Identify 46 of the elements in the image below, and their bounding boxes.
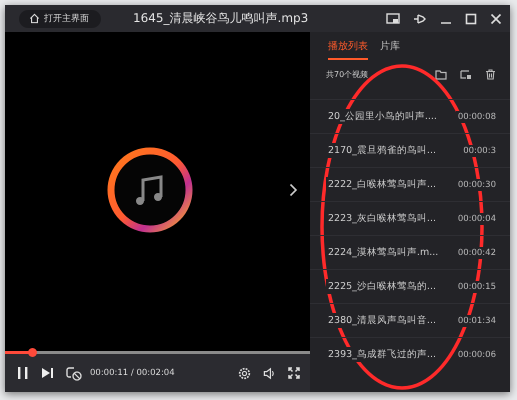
item-title: 2224_漠林莺鸟叫声.m... xyxy=(326,245,440,260)
progress-handle[interactable] xyxy=(28,348,38,357)
item-duration: 00:00:42 xyxy=(456,246,498,258)
close-icon[interactable] xyxy=(490,12,502,24)
home-icon xyxy=(29,13,40,24)
pause-icon[interactable] xyxy=(17,366,29,380)
window-title: 1645_清晨峡谷鸟儿鸣叫声.mp3 xyxy=(133,10,308,27)
item-duration: 00:00:04 xyxy=(456,212,498,224)
skip-next-icon[interactable] xyxy=(41,367,54,379)
pin-icon[interactable] xyxy=(413,12,427,24)
repeat-off-icon[interactable] xyxy=(66,366,82,380)
playlist-row[interactable]: 2380_清晨风声鸟叫音... 00:01:34 xyxy=(310,303,510,337)
playlist-row[interactable]: 2223_灰白喉林莺鸟叫... 00:00:04 xyxy=(310,201,510,235)
item-duration: 00:00:3 xyxy=(461,144,498,156)
playlist-row[interactable]: 2222_白喉林莺鸟叫声... 00:00:30 xyxy=(310,167,510,201)
item-duration: 00:00:06 xyxy=(456,348,498,360)
item-title: 2222_白喉林莺鸟叫声... xyxy=(326,177,438,192)
item-title: 2170_震旦鸦雀的鸟叫... xyxy=(326,143,438,158)
chevron-right-icon[interactable] xyxy=(289,182,298,196)
folder-icon[interactable] xyxy=(435,68,447,80)
trash-icon[interactable] xyxy=(485,68,496,80)
home-button[interactable]: 打开主界面 xyxy=(19,10,101,28)
screen-icon[interactable] xyxy=(386,12,400,24)
item-title: 2223_灰白喉林莺鸟叫... xyxy=(326,211,438,226)
playback-time: 00:00:11 / 00:02:04 xyxy=(90,368,175,378)
sidebar-tab[interactable]: 播放列表 xyxy=(328,38,368,60)
playlist-row[interactable]: 20_公园里小鸟的叫声.... 00:00:08 xyxy=(310,99,510,133)
playlist-row[interactable]: 2170_震旦鸦雀的鸟叫... 00:00:3 xyxy=(310,133,510,167)
maximize-icon[interactable] xyxy=(465,12,477,24)
playlist-row[interactable]: 2224_漠林莺鸟叫声.m... 00:00:42 xyxy=(310,235,510,269)
item-duration: 00:01:34 xyxy=(456,314,498,326)
settings-icon[interactable] xyxy=(238,366,251,380)
volume-icon[interactable] xyxy=(263,366,276,380)
item-duration: 00:00:08 xyxy=(456,110,498,122)
playlist-row[interactable]: 2225_沙白喉林莺鸟的... 00:00:15 xyxy=(310,269,510,303)
item-title: 2380_清晨风声鸟叫音... xyxy=(326,313,438,328)
video-count: 共70个视频 xyxy=(326,68,368,80)
add-folder-icon[interactable] xyxy=(460,68,472,80)
sidebar-tab[interactable]: 片库 xyxy=(380,38,400,60)
playlist-row[interactable]: 2393_鸟成群飞过的声... 00:00:06 xyxy=(310,337,510,371)
item-duration: 00:00:30 xyxy=(456,178,498,190)
item-duration: 00:00:15 xyxy=(456,280,498,292)
item-title: 20_公园里小鸟的叫声.... xyxy=(326,109,439,124)
fullscreen-icon[interactable] xyxy=(288,367,300,379)
item-title: 2393_鸟成群飞过的声... xyxy=(326,347,438,362)
item-title: 2225_沙白喉林莺鸟的... xyxy=(326,279,438,294)
